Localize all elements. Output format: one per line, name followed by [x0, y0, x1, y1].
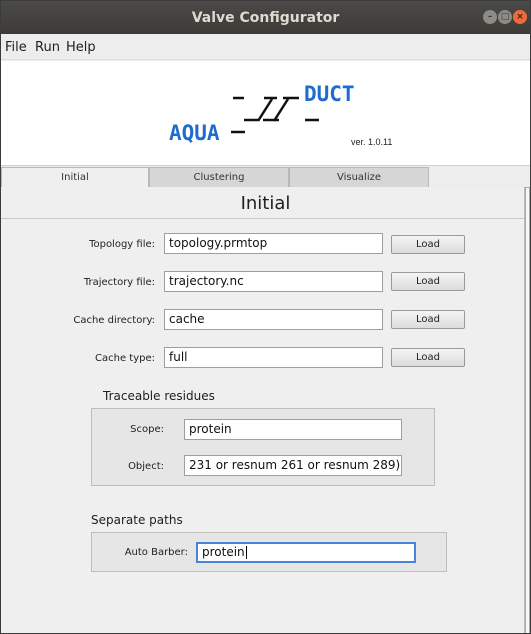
cache-directory-load-button[interactable]: Load: [391, 310, 465, 329]
menu-help[interactable]: Help: [66, 40, 96, 55]
separate-paths-group: Auto Barber: protein: [91, 532, 447, 572]
auto-barber-value: protein: [202, 545, 245, 559]
title-divider: [1, 218, 524, 219]
traceable-residues-group: Scope: protein Object: 231 or resnum 261…: [91, 408, 435, 486]
cache-type-load-button[interactable]: Load: [391, 348, 465, 367]
tab-visualize[interactable]: Visualize: [289, 167, 429, 187]
object-label: Object:: [128, 461, 164, 472]
logo-area: AQUA DUCT ver. 1.0.11: [1, 61, 530, 165]
cache-directory-label: Cache directory:: [73, 315, 155, 326]
app-window: Valve Configurator – □ × File Run Help A…: [0, 0, 531, 634]
trajectory-file-input[interactable]: trajectory.nc: [164, 271, 383, 292]
trajectory-file-label: Trajectory file:: [83, 277, 155, 288]
topology-load-button[interactable]: Load: [391, 235, 465, 254]
menu-file[interactable]: File: [5, 40, 27, 55]
traceable-residues-title: Traceable residues: [103, 389, 215, 403]
auto-barber-input[interactable]: protein: [196, 542, 416, 563]
cache-directory-input[interactable]: cache: [164, 309, 383, 330]
vertical-scrollbar[interactable]: [524, 187, 530, 633]
trajectory-load-button[interactable]: Load: [391, 272, 465, 291]
menu-run[interactable]: Run: [35, 40, 60, 55]
scope-label: Scope:: [130, 424, 164, 435]
close-icon[interactable]: ×: [513, 10, 527, 24]
text-caret: [245, 546, 247, 559]
scrollbar-thumb[interactable]: [525, 187, 530, 633]
logo-word-duct: DUCT: [304, 82, 355, 106]
menu-bar: File Run Help: [1, 34, 530, 60]
title-bar[interactable]: Valve Configurator – □ ×: [1, 1, 530, 34]
auto-barber-label: Auto Barber:: [124, 547, 188, 558]
cache-type-input[interactable]: full: [164, 347, 383, 368]
maximize-icon[interactable]: □: [498, 10, 512, 24]
tab-clustering[interactable]: Clustering: [149, 167, 289, 187]
tab-bar: Initial Clustering Visualize: [1, 165, 530, 189]
minimize-icon[interactable]: –: [483, 10, 497, 24]
tab-content-initial: Initial Topology file: topology.prmtop L…: [1, 187, 524, 633]
separate-paths-title: Separate paths: [91, 513, 183, 527]
aquaduct-logo: AQUA DUCT ver. 1.0.11: [169, 82, 392, 147]
object-input[interactable]: 231 or resnum 261 or resnum 289)): [184, 455, 402, 476]
page-title: Initial: [240, 193, 291, 214]
scope-input[interactable]: protein: [184, 419, 402, 440]
topology-file-input[interactable]: topology.prmtop: [164, 233, 383, 254]
topology-file-label: Topology file:: [89, 239, 155, 250]
logo-word-aqua: AQUA: [169, 121, 220, 145]
version-label: ver. 1.0.11: [351, 137, 392, 147]
window-title: Valve Configurator: [191, 10, 340, 26]
tab-initial[interactable]: Initial: [1, 167, 149, 189]
cache-type-label: Cache type:: [95, 353, 155, 364]
